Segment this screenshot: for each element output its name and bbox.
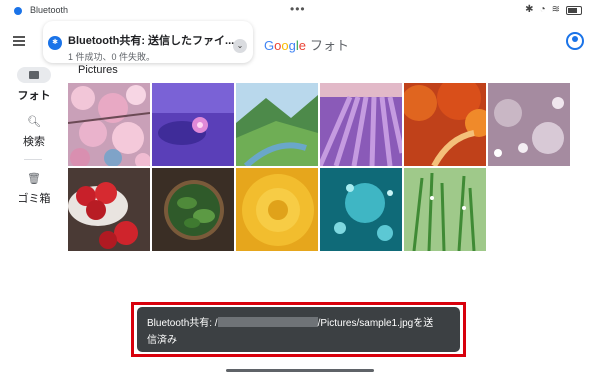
- hamburger-icon[interactable]: [13, 36, 25, 46]
- photo-thumbnail-lavender-field[interactable]: [320, 83, 402, 166]
- trash-icon: 🗑︎: [27, 173, 41, 185]
- bluetooth-icon: ✱: [525, 4, 534, 15]
- toast-line2: 信済み: [147, 335, 177, 346]
- nav-divider: [24, 159, 42, 160]
- battery-icon: [566, 6, 582, 15]
- redacted-path: [217, 317, 318, 327]
- photo-thumbnail-purple-lotus[interactable]: [152, 83, 234, 166]
- notification-subtitle: 1 件成功、0 件失敗。: [68, 52, 156, 62]
- status-center-dots: •••: [290, 2, 306, 16]
- notification-title: Bluetooth共有: 送信したファイ...: [68, 35, 235, 47]
- home-indicator[interactable]: [226, 369, 374, 372]
- photo-thumbnail-snowy-bokeh[interactable]: [488, 83, 570, 166]
- photo-thumbnail-green-valley[interactable]: [236, 83, 318, 166]
- nav-search[interactable]: 🔍︎ 検索: [10, 115, 58, 149]
- photo-thumbnail-underwater-bubbles[interactable]: [320, 168, 402, 251]
- bluetooth-status-icon: [14, 7, 22, 15]
- search-icon: 🔍︎: [27, 116, 41, 128]
- account-circle-icon[interactable]: [566, 32, 584, 50]
- photo-thumbnail-yellow-rose[interactable]: [236, 168, 318, 251]
- photo-thumbnail-cherry-blossoms[interactable]: [68, 83, 150, 166]
- status-bar: Bluetooth ••• ✱ ◔ ≋: [0, 0, 600, 22]
- bluetooth-notification[interactable]: ✱ Bluetooth共有: 送信したファイ... 1 件成功、0 件失敗。 ⌄: [43, 21, 253, 63]
- toast-path-suffix: /Pictures/sample1.jpgを送: [317, 318, 434, 329]
- bluetooth-sent-toast: Bluetooth共有: / /Pictures/sample1.jpgを送 信済…: [137, 307, 460, 352]
- photo-thumbnail-strawberries[interactable]: [68, 168, 150, 251]
- nav-photos-label: フォト: [17, 90, 51, 102]
- status-icons: ✱ ◔ ≋: [525, 4, 582, 15]
- status-app-title: Bluetooth: [30, 5, 69, 15]
- chevron-down-icon[interactable]: ⌄: [233, 39, 247, 53]
- nav-photos[interactable]: フォト: [10, 67, 58, 103]
- bluetooth-icon: ✱: [48, 36, 62, 50]
- nav-trash-label: ゴミ箱: [17, 193, 51, 205]
- photo-thumbnail-basil-bowl[interactable]: [152, 168, 234, 251]
- photo-icon: [17, 67, 51, 83]
- album-title: Pictures: [78, 64, 118, 76]
- photo-thumbnail-autumn-trees[interactable]: [404, 83, 486, 166]
- toast-prefix: Bluetooth共有: /: [147, 318, 218, 329]
- mute-icon: ◔: [539, 4, 546, 15]
- nav-search-label: 検索: [23, 136, 45, 148]
- wifi-icon: ≋: [551, 4, 560, 15]
- photo-thumbnail-grass-dew[interactable]: [404, 168, 486, 251]
- nav-trash[interactable]: 🗑︎ ゴミ箱: [10, 172, 58, 206]
- google-photos-logo: Google フォト: [264, 38, 349, 53]
